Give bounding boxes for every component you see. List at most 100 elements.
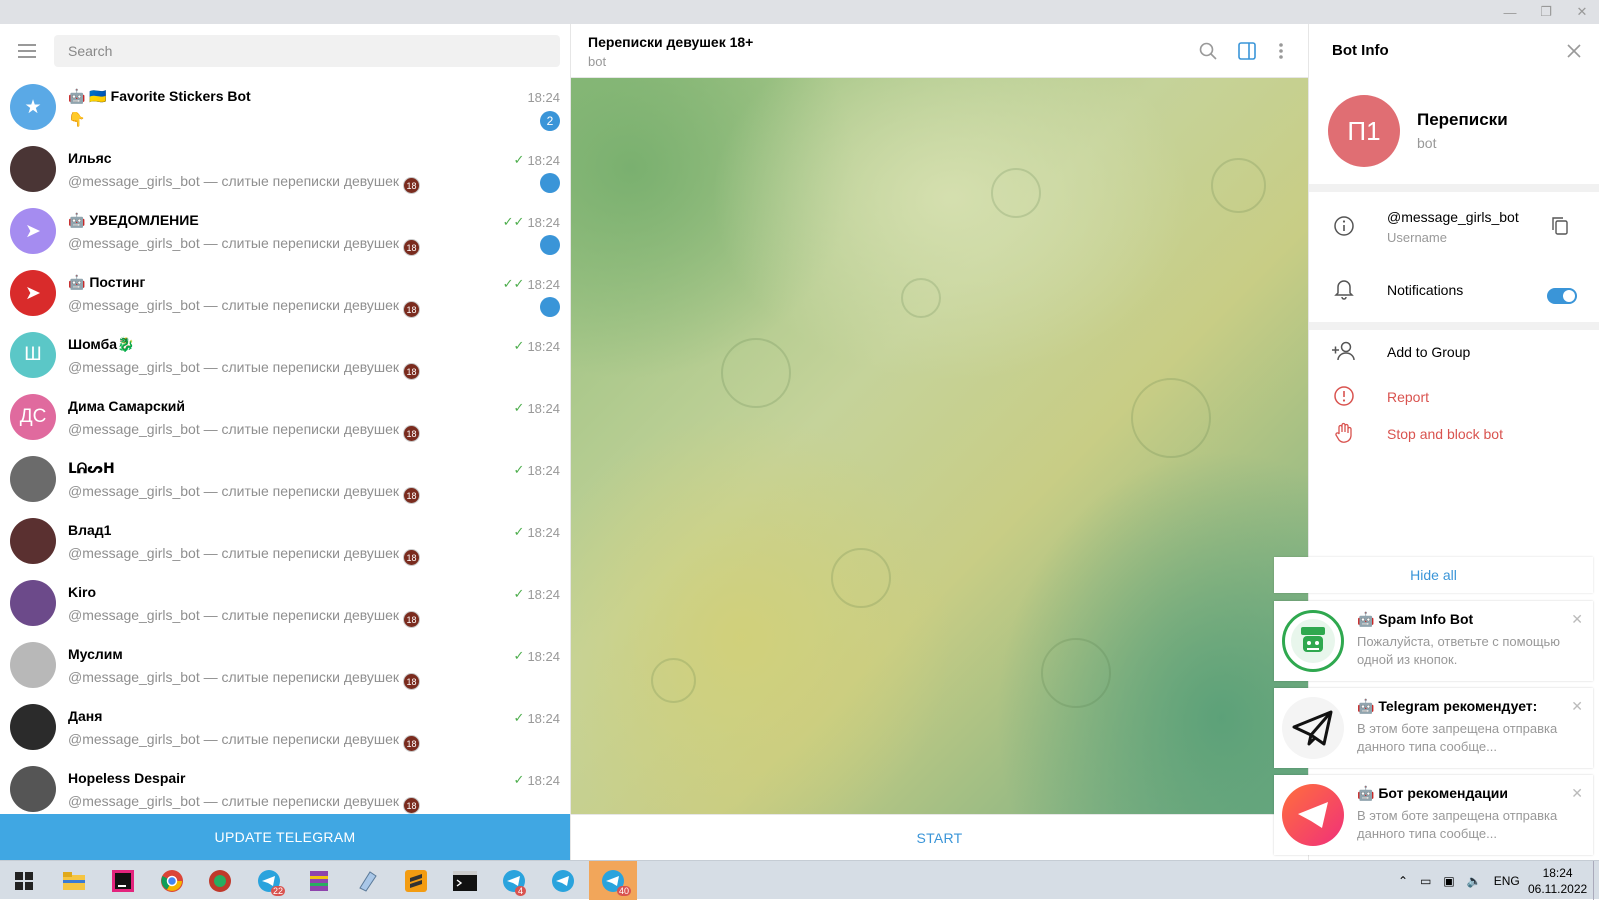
report-button[interactable]: Report bbox=[1387, 389, 1429, 405]
chat-list-item[interactable]: Ильяс @message_girls_bot — слитые перепис… bbox=[0, 139, 570, 201]
windows-start-icon[interactable] bbox=[0, 861, 48, 900]
notification-card[interactable]: 🤖 Бот рекомендации В этом боте запрещена… bbox=[1274, 775, 1593, 855]
chat-preview: @message_girls_bot — слитые переписки де… bbox=[68, 235, 421, 256]
chat-time: ✓ 18:24 bbox=[514, 462, 560, 478]
chat-time-text: 18:24 bbox=[527, 462, 560, 478]
chat-list-item[interactable]: ДС Дима Самарский @message_girls_bot — сли… bbox=[0, 387, 570, 449]
app-icon[interactable] bbox=[196, 861, 244, 900]
chat-preview-text: @message_girls_bot — слитые переписки де… bbox=[68, 173, 400, 189]
network-icon[interactable]: ▣ bbox=[1443, 874, 1454, 888]
chat-title: Переписки девушек 18+ bbox=[588, 34, 754, 50]
notification-card[interactable]: 🤖 Spam Info Bot Пожалуйста, ответьте с п… bbox=[1274, 601, 1593, 681]
restore-button[interactable]: ❐ bbox=[1528, 0, 1564, 24]
read-check-icon: ✓ bbox=[513, 338, 525, 353]
close-icon[interactable]: ✕ bbox=[1571, 611, 1583, 628]
notification-card[interactable]: 🤖 Telegram рекомендует: В этом боте запр… bbox=[1274, 688, 1593, 768]
bot-avatar[interactable]: П1 bbox=[1328, 95, 1400, 167]
close-icon[interactable]: ✕ bbox=[1571, 785, 1583, 802]
chat-list-item[interactable]: ➤ 🤖 УВЕДОМЛЕНИЕ @message_girls_bot — слиты… bbox=[0, 201, 570, 263]
telegram-taskbar-icon-active[interactable]: 40 bbox=[589, 861, 637, 900]
notification-text: Пожалуйста, ответьте с помощью одной из … bbox=[1357, 634, 1561, 667]
read-check-icon: ✓ bbox=[513, 400, 525, 415]
chat-preview-text: @message_girls_bot — слитые переписки де… bbox=[68, 793, 400, 809]
chat-avatar: Ш bbox=[10, 332, 56, 378]
file-explorer-icon[interactable] bbox=[50, 861, 98, 900]
age-18-icon: 18 bbox=[403, 363, 421, 380]
notification-title: 🤖 Бот рекомендации bbox=[1357, 785, 1508, 801]
chat-list-item[interactable]: Hopeless Despair @message_girls_bot — сли… bbox=[0, 759, 570, 821]
minimize-button[interactable]: — bbox=[1492, 0, 1528, 24]
report-icon bbox=[1331, 383, 1357, 409]
notifications-label: Notifications bbox=[1387, 282, 1464, 298]
chat-time-text: 18:24 bbox=[527, 90, 560, 105]
chat-list-item[interactable]: Влад1 @message_girls_bot — слитые перепис… bbox=[0, 511, 570, 573]
sublime-icon[interactable] bbox=[392, 861, 440, 900]
chat-area: Переписки девушек 18+ bot START bbox=[571, 24, 1308, 860]
battery-icon[interactable]: ▭ bbox=[1420, 874, 1431, 888]
chat-list-item[interactable]: Kiro @message_girls_bot — слитые переписк… bbox=[0, 573, 570, 635]
chat-header[interactable]: Переписки девушек 18+ bot bbox=[571, 24, 1308, 78]
more-options-icon[interactable] bbox=[1270, 40, 1292, 62]
update-telegram-button[interactable]: UPDATE TELEGRAM bbox=[0, 814, 570, 860]
chat-name: Даня bbox=[68, 708, 103, 724]
add-to-group-button[interactable]: Add to Group bbox=[1387, 344, 1470, 360]
chat-list-item[interactable]: ★ 🤖 🇺🇦 Favorite Stickers Bot 👇 18:24 2 bbox=[0, 77, 570, 139]
chat-name: 🤖 🇺🇦 Favorite Stickers Bot bbox=[68, 88, 251, 104]
bot-username[interactable]: @message_girls_bot bbox=[1387, 209, 1519, 225]
clock[interactable]: 18:24 06.11.2022 bbox=[1528, 861, 1587, 900]
chat-preview: @message_girls_bot — слитые переписки де… bbox=[68, 793, 421, 814]
chat-preview-text: @message_girls_bot — слитые переписки де… bbox=[68, 483, 400, 499]
chat-preview: @message_girls_bot — слитые переписки де… bbox=[68, 173, 421, 194]
unread-badge: 2 bbox=[540, 111, 560, 131]
chat-name: 🤖 Постинг bbox=[68, 274, 146, 290]
telegram-taskbar-icon[interactable]: 22 bbox=[245, 861, 293, 900]
sidebar-toggle-icon[interactable] bbox=[1236, 40, 1258, 62]
chat-time: 18:24 bbox=[524, 90, 560, 105]
chat-time-text: 18:24 bbox=[527, 338, 560, 354]
close-icon[interactable] bbox=[1563, 40, 1585, 62]
bot-subtitle: bot bbox=[1417, 135, 1437, 151]
hide-all-notifications-button[interactable]: Hide all bbox=[1274, 557, 1593, 593]
unread-badge: 22 bbox=[270, 886, 285, 896]
chat-name: 🤖 УВЕДОМЛЕНИЕ bbox=[68, 212, 199, 228]
chat-list-item[interactable]: Даня @message_girls_bot — слитые переписк… bbox=[0, 697, 570, 759]
chat-wallpaper bbox=[571, 78, 1308, 814]
search-icon[interactable] bbox=[1197, 40, 1219, 62]
chevron-up-icon[interactable]: ⌃ bbox=[1398, 874, 1408, 888]
start-button[interactable]: START bbox=[571, 814, 1308, 860]
chat-avatar bbox=[10, 456, 56, 502]
stop-and-block-button[interactable]: Stop and block bot bbox=[1387, 426, 1503, 442]
search-input[interactable]: Search bbox=[54, 34, 560, 67]
close-window-button[interactable]: ✕ bbox=[1564, 0, 1599, 24]
chat-list-item[interactable]: ᒪᕱᔕᕼ @message_girls_bot — слитые переписк… bbox=[0, 449, 570, 511]
chat-time: ✓ 18:24 bbox=[514, 400, 560, 416]
winrar-icon[interactable] bbox=[295, 861, 343, 900]
info-icon bbox=[1331, 213, 1357, 239]
chat-list-panel: Search ★ 🤖 🇺🇦 Favorite Stickers Bot 👇 18:24… bbox=[0, 24, 571, 860]
language-indicator[interactable]: ENG bbox=[1494, 874, 1520, 888]
jetbrains-icon[interactable] bbox=[99, 861, 147, 900]
read-check-icon: ✓ bbox=[513, 710, 525, 725]
telegram-taskbar-icon[interactable]: 4 bbox=[490, 861, 538, 900]
chat-list-item[interactable]: ➤ 🤖 Постинг @message_girls_bot — слитые пе… bbox=[0, 263, 570, 325]
chat-time: ✓ 18:24 bbox=[514, 772, 560, 788]
chat-preview: @message_girls_bot — слитые переписки де… bbox=[68, 421, 421, 442]
chat-list-item[interactable]: Муслим @message_girls_bot — слитые перепи… bbox=[0, 635, 570, 697]
age-18-icon: 18 bbox=[403, 487, 421, 504]
notepad-icon[interactable] bbox=[343, 861, 391, 900]
close-icon[interactable]: ✕ bbox=[1571, 698, 1583, 715]
chat-list-item[interactable]: Ш Шомба🐉 @message_girls_bot — слитые переп… bbox=[0, 325, 570, 387]
show-desktop-button[interactable] bbox=[1593, 861, 1599, 900]
chrome-icon[interactable] bbox=[148, 861, 196, 900]
clock-time: 18:24 bbox=[1542, 865, 1573, 880]
hand-stop-icon bbox=[1331, 420, 1357, 446]
read-check-icon: ✓ bbox=[513, 524, 525, 539]
menu-icon[interactable] bbox=[0, 24, 54, 77]
notifications-toggle[interactable] bbox=[1547, 288, 1577, 304]
terminal-icon[interactable] bbox=[441, 861, 489, 900]
telegram-taskbar-icon[interactable] bbox=[539, 861, 587, 900]
volume-icon[interactable]: 🔈 bbox=[1467, 874, 1482, 888]
chat-preview: @message_girls_bot — слитые переписки де… bbox=[68, 607, 421, 628]
chat-preview: @message_girls_bot — слитые переписки де… bbox=[68, 669, 421, 690]
copy-icon[interactable] bbox=[1547, 213, 1573, 239]
